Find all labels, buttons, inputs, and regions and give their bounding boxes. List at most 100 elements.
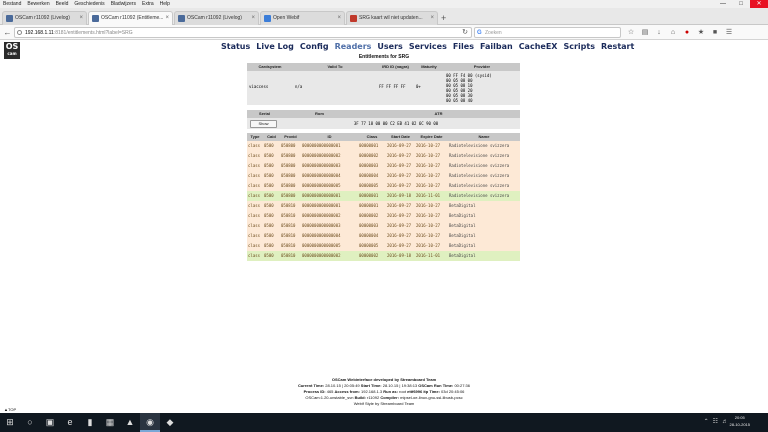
tab-entitlements[interactable]: OSCam r11092 (Entitleme... ×: [88, 11, 173, 25]
header-name: Name: [478, 134, 490, 139]
menu-status[interactable]: Status: [221, 42, 250, 52]
table-row: class 0500 050810 0000000000000001 00000001 2…: [247, 201, 520, 211]
maximize-button[interactable]: □: [732, 0, 750, 8]
cell-provid: 050810: [281, 233, 296, 238]
app-icon[interactable]: ▲: [120, 413, 140, 432]
search-input[interactable]: G Zoeken: [474, 27, 621, 38]
tab-livelog-1[interactable]: OSCam r11092 (Livelog) ×: [2, 11, 87, 25]
cell-expire-date: 2016-10-27: [416, 173, 441, 178]
tab-strip: OSCam r11092 (Livelog) × OSCam r11092 (E…: [0, 8, 768, 25]
cell-start-date: 2016-09-27: [387, 243, 412, 248]
header-caid: Caid: [267, 134, 276, 139]
close-tab-icon[interactable]: ×: [79, 12, 83, 25]
home-icon[interactable]: ⌂: [668, 27, 678, 38]
minimize-button[interactable]: —: [714, 0, 732, 8]
cell-provid: 050810: [281, 213, 296, 218]
menu-edit[interactable]: Bewerken: [27, 0, 49, 8]
back-to-top-link[interactable]: ▲TOP: [4, 407, 16, 412]
logo-text: OS: [5, 42, 19, 51]
close-tab-icon[interactable]: ×: [337, 12, 341, 25]
cell-expire-date: 2016-10-27: [416, 243, 441, 248]
cell-name: Radiotelevisione svizzera: [449, 183, 510, 188]
access-from-value: 192.168.1.3: [361, 389, 383, 394]
tab-open-webif[interactable]: Open Webif ×: [260, 11, 345, 25]
menu-scripts[interactable]: Scripts: [563, 42, 595, 52]
serial-atr-table: Serial Rom ATR Show 3F 77 18 00 00 C2 EB…: [247, 110, 520, 129]
cell-start-date: 2016-09-27: [387, 153, 412, 158]
menu-users[interactable]: Users: [377, 42, 402, 52]
search-icon[interactable]: ○: [20, 413, 40, 432]
show-serial-button[interactable]: Show: [250, 119, 277, 128]
hamburger-menu-icon[interactable]: ☰: [724, 27, 734, 38]
menu-help[interactable]: Help: [160, 0, 170, 8]
table-row: class 0500 050810 0000000000000005 00000005 2…: [247, 241, 520, 251]
menu-history[interactable]: Geschiedenis: [74, 0, 104, 8]
cardsystem-value: viaccess: [249, 84, 269, 89]
close-window-button[interactable]: ✕: [750, 0, 768, 8]
menu-bookmarks[interactable]: Bladwijzers: [111, 0, 136, 8]
table-header-row: Serial Rom ATR: [247, 110, 520, 118]
store-icon[interactable]: ▦: [100, 413, 120, 432]
cell-expire-date: 2016-10-27: [416, 143, 441, 148]
menu-live-log[interactable]: Live Log: [256, 42, 294, 52]
start-time-label: Start Time:: [360, 383, 382, 388]
table-row: class 0500 050800 0000000000000004 00000004 2…: [247, 171, 520, 181]
compiler-label: Compiler:: [380, 395, 399, 400]
process-id-label: Process ID:: [303, 389, 326, 394]
tab-srg-forum[interactable]: SRG kaart wil niet updaten... ×: [346, 11, 438, 25]
close-tab-icon[interactable]: ×: [430, 12, 434, 25]
menu-file[interactable]: Bestand: [3, 0, 21, 8]
download-icon[interactable]: ↓: [654, 27, 664, 38]
menu-config[interactable]: Config: [300, 42, 329, 52]
volume-icon[interactable]: ♬: [722, 413, 728, 432]
taskbar-clock[interactable]: 20:05 28-10-2015: [730, 414, 750, 428]
network-icon[interactable]: ☷: [713, 413, 718, 432]
toolbar-icons: ☆ ▤ ↓ ⌂ ● ★ ■ ☰: [626, 27, 734, 38]
site-info-icon[interactable]: [17, 30, 22, 35]
tray-chevron-icon[interactable]: ⌃: [704, 413, 709, 432]
reading-list-icon[interactable]: ▤: [640, 27, 650, 38]
cell-id: 0000000000000004: [302, 233, 341, 238]
menu-tools[interactable]: Extra: [142, 0, 154, 8]
windows-start-icon[interactable]: ⊞: [0, 413, 20, 432]
new-tab-icon[interactable]: +: [441, 12, 446, 24]
address-bar[interactable]: 192.168.1.11:8181/entitlements.html?labe…: [14, 27, 472, 38]
cell-caid: 0500: [264, 253, 274, 258]
cell-expire-date: 2016-11-01: [416, 253, 441, 258]
cell-type: class: [248, 153, 261, 158]
process-id-value: 465: [326, 389, 334, 394]
menu-failban[interactable]: Failban: [480, 42, 513, 52]
firefox-icon[interactable]: ◉: [140, 413, 160, 432]
task-view-icon[interactable]: ▣: [40, 413, 60, 432]
menu-cacheex[interactable]: CacheEX: [519, 42, 558, 52]
clock-date: 28-10-2015: [729, 422, 750, 427]
access-from-label: Access from:: [334, 389, 360, 394]
current-time-value: 28.10.15 | 20:05:49: [325, 383, 360, 388]
cell-caid: 0500: [264, 213, 274, 218]
bookmark-star-icon[interactable]: ☆: [626, 27, 636, 38]
adblock-icon[interactable]: ●: [682, 27, 692, 38]
cell-start-date: 2016-09-27: [387, 203, 412, 208]
extension-icon[interactable]: ■: [710, 27, 720, 38]
extension-icon[interactable]: ★: [696, 27, 706, 38]
header-valid-to: Valid To: [327, 64, 343, 69]
menu-files[interactable]: Files: [453, 42, 474, 52]
cell-caid: 0500: [264, 163, 274, 168]
cell-caid: 0500: [264, 183, 274, 188]
menu-restart[interactable]: Restart: [601, 42, 634, 52]
menu-readers[interactable]: Readers: [335, 42, 372, 52]
edge-icon[interactable]: e: [60, 413, 80, 432]
menu-view[interactable]: Beeld: [56, 0, 69, 8]
close-tab-icon[interactable]: ×: [165, 12, 169, 25]
close-tab-icon[interactable]: ×: [251, 12, 255, 25]
cell-provid: 050800: [281, 173, 296, 178]
file-explorer-icon[interactable]: ▮: [80, 413, 100, 432]
cell-start-date: 2016-09-27: [387, 173, 412, 178]
tab-livelog-2[interactable]: OSCam r11092 (Livelog) ×: [174, 11, 259, 25]
atr-value: 3F 77 18 00 00 C2 EB 41 02 6C 90 00: [353, 121, 439, 126]
app-icon[interactable]: ◆: [160, 413, 180, 432]
back-icon[interactable]: ←: [2, 27, 13, 38]
menu-services[interactable]: Services: [409, 42, 447, 52]
reload-icon[interactable]: ↻: [462, 28, 468, 38]
taskbar: ⊞ ○ ▣ e ▮ ▦ ▲ ◉ ◆ ⌃ ☷ ♬ 20:05 28-10-2015: [0, 413, 768, 432]
